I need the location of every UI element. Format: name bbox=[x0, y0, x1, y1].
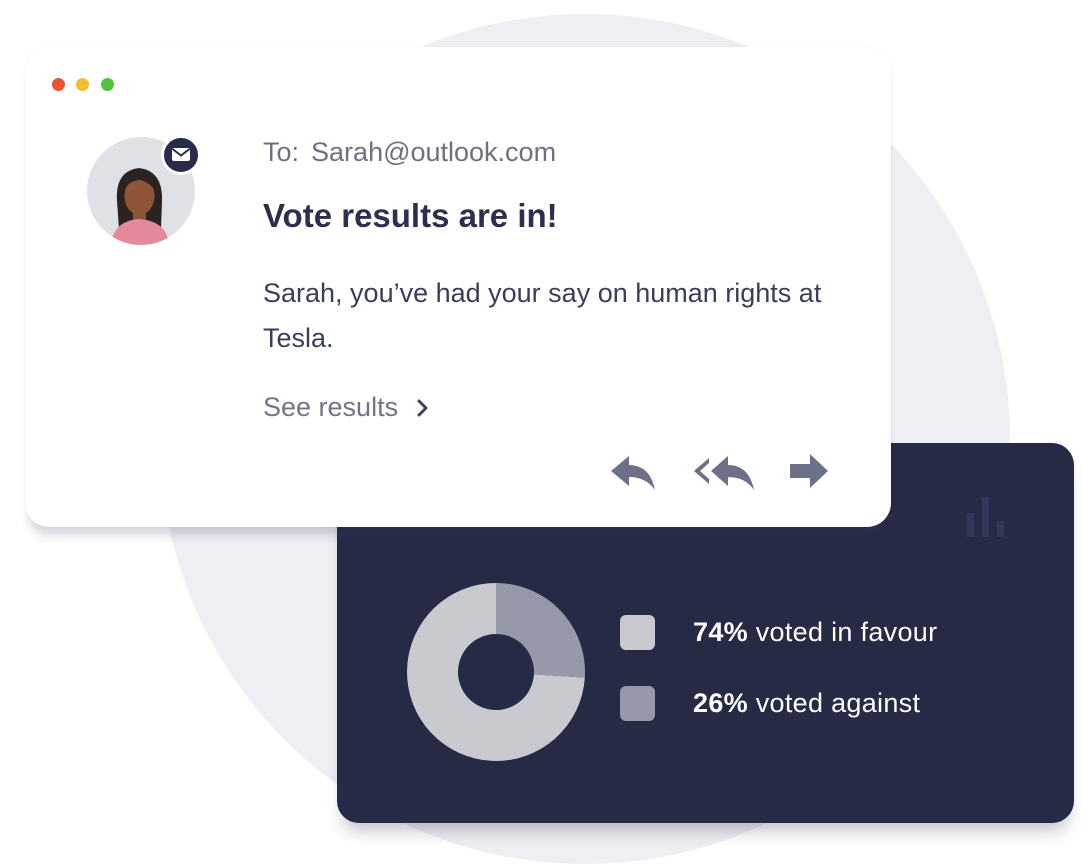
recipient-line: To: Sarah@outlook.com bbox=[263, 137, 556, 168]
vote-donut-chart bbox=[407, 583, 585, 761]
see-results-link[interactable]: See results bbox=[263, 392, 430, 423]
donut-slice-against bbox=[496, 583, 585, 678]
email-body: Sarah, you’ve had your say on human righ… bbox=[263, 278, 822, 353]
legend-favour: 74% voted in favour bbox=[620, 615, 937, 650]
reply-button[interactable] bbox=[610, 452, 656, 492]
against-label: voted against bbox=[747, 688, 921, 718]
reply-all-icon bbox=[694, 456, 754, 490]
envelope-icon bbox=[171, 148, 191, 161]
against-percent: 26% bbox=[693, 688, 748, 718]
legend-swatch-favour bbox=[620, 615, 655, 650]
envelope-badge bbox=[161, 135, 201, 175]
reply-icon bbox=[611, 456, 655, 490]
legend-swatch-against bbox=[620, 686, 655, 721]
recipient-avatar bbox=[87, 135, 201, 245]
to-label: To: bbox=[263, 137, 300, 167]
favour-label: voted in favour bbox=[747, 617, 938, 647]
reply-all-button[interactable] bbox=[693, 452, 755, 492]
window-maximize-button[interactable] bbox=[101, 78, 114, 91]
window-minimize-button[interactable] bbox=[76, 78, 89, 91]
see-results-label: See results bbox=[263, 392, 399, 422]
bar-chart-icon bbox=[967, 497, 1004, 537]
forward-icon bbox=[790, 454, 828, 488]
forward-button[interactable] bbox=[788, 452, 830, 492]
legend-against: 26% voted against bbox=[620, 686, 920, 721]
favour-percent: 74% bbox=[693, 617, 748, 647]
chevron-right-icon bbox=[417, 399, 428, 416]
email-subject: Vote results are in! bbox=[263, 197, 558, 234]
window-close-button[interactable] bbox=[52, 78, 65, 91]
recipient-address: Sarah@outlook.com bbox=[311, 137, 557, 167]
email-window: To: Sarah@outlook.com Vote results are in… bbox=[25, 47, 891, 527]
